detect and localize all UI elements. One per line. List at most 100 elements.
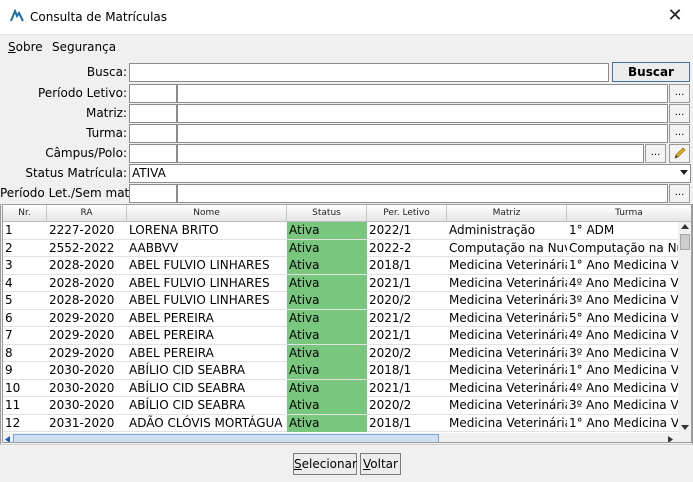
cell-matriz: Medicina Veterinária <box>449 415 567 430</box>
periodo-letivo-desc-input[interactable] <box>177 84 668 103</box>
cell-per-letivo: 2020/2 <box>369 293 412 307</box>
horizontal-scroll-thumb[interactable] <box>13 434 439 442</box>
column-header-status[interactable]: Status <box>287 205 367 222</box>
cell-nome: AABBVV <box>129 240 179 255</box>
campus-desc-input[interactable] <box>177 144 644 163</box>
cell-nr: 1 <box>5 223 13 237</box>
turma-lookup-button[interactable]: ... <box>669 124 690 143</box>
cell-ra: 2030-2020 <box>49 398 115 412</box>
column-header-matriz[interactable]: Matriz <box>447 205 567 222</box>
table-row[interactable]: 1 2227-2020 LORENA BRITO Ativa 2022/1 Admini… <box>3 222 678 240</box>
table-row[interactable]: 7 2029-2020 ABEL PEREIRA Ativa 2021/1 Medicin… <box>3 327 678 345</box>
cell-ra: 2029-2020 <box>49 310 115 325</box>
periodo-sem-matr-code-input[interactable] <box>129 184 177 203</box>
cell-nr: 9 <box>5 363 13 377</box>
buscar-button[interactable]: Buscar <box>612 62 690 82</box>
cell-nome: ABEL PEREIRA <box>129 328 214 342</box>
pencil-icon[interactable] <box>669 144 690 163</box>
column-header-per-letivo[interactable]: Per. Letivo <box>367 205 447 222</box>
cell-nome: ADÃO CLÓVIS MORTÁGUA <box>129 415 283 430</box>
column-header-ra[interactable]: RA <box>47 205 127 222</box>
cell-matriz: Medicina Veterinária <box>449 310 567 325</box>
voltar-button[interactable]: Voltar <box>360 453 401 475</box>
scroll-right-arrow-icon[interactable] <box>668 436 674 443</box>
scroll-left-arrow-icon[interactable] <box>5 436 11 443</box>
cell-ra: 2227-2020 <box>49 223 115 237</box>
vertical-scrollbar[interactable] <box>678 222 691 433</box>
cell-matriz: Medicina Veterinária <box>449 328 567 342</box>
cell-status: Ativa <box>287 344 367 362</box>
table-row[interactable]: 3 2028-2020 ABEL FULVIO LINHARES Ativa 2018/… <box>3 257 678 275</box>
status-matricula-label: Status Matrícula: <box>25 166 127 180</box>
horizontal-scrollbar[interactable] <box>3 433 691 443</box>
chevron-down-icon[interactable] <box>680 170 688 176</box>
column-header-turma[interactable]: Turma <box>567 205 691 222</box>
close-icon[interactable]: ✕ <box>663 5 687 27</box>
periodo-letivo-code-input[interactable] <box>129 84 177 103</box>
cell-ra: 2029-2020 <box>49 328 115 342</box>
cell-nome: ABÍLIO CID SEABRA <box>129 363 246 377</box>
table-row[interactable]: 12 2031-2020 ADÃO CLÓVIS MORTÁGUA Ativa 2018… <box>3 414 678 432</box>
table-row[interactable]: 9 2030-2020 ABÍLIO CID SEABRA Ativa 2018/1 Me… <box>3 362 678 380</box>
cell-turma: 1° Ano Medicina Ve... <box>569 258 678 272</box>
menu-seguranca[interactable]: Segurança <box>52 39 116 55</box>
matriculas-table: Nr. RA Nome Status Per. Letivo Matriz Tu… <box>2 204 692 443</box>
table-row[interactable]: 8 2029-2020 ABEL PEREIRA Ativa 2020/2 Medicin… <box>3 344 678 362</box>
cell-per-letivo: 2022/1 <box>369 223 412 237</box>
cell-nr: 10 <box>5 380 21 395</box>
cell-status: Ativa <box>287 309 367 327</box>
status-matricula-select[interactable]: ATIVA <box>129 164 691 183</box>
table-row[interactable]: 6 2029-2020 ABEL PEREIRA Ativa 2021/2 Medicin… <box>3 309 678 327</box>
cell-ra: 2030-2020 <box>49 380 115 395</box>
campus-code-input[interactable] <box>129 144 177 163</box>
cell-nr: 4 <box>5 275 13 290</box>
cell-per-letivo: 2020/2 <box>369 398 412 412</box>
selecionar-mnemonic: S <box>294 457 302 471</box>
turma-desc-input[interactable] <box>177 124 668 143</box>
menu-sobre[interactable]: Sobre <box>8 39 43 55</box>
cell-status: Ativa <box>287 379 367 397</box>
cell-matriz: Medicina Veterinária <box>449 380 567 395</box>
cell-nome: ABÍLIO CID SEABRA <box>129 398 246 412</box>
periodo-letivo-lookup-button[interactable]: ... <box>669 84 690 103</box>
table-row[interactable]: 10 2030-2020 ABÍLIO CID SEABRA Ativa 2021/1 M… <box>3 379 678 397</box>
campus-label: Câmpus/Polo: <box>45 146 127 160</box>
scroll-down-arrow-icon[interactable] <box>681 425 689 431</box>
campus-lookup-button[interactable]: ... <box>645 144 666 163</box>
table-row[interactable]: 5 2028-2020 ABEL FULVIO LINHARES Ativa 2020/… <box>3 292 678 310</box>
cell-turma: 5° Ano Medicina Ve... <box>569 310 678 325</box>
app-logo-icon <box>10 9 24 22</box>
column-header-nome[interactable]: Nome <box>127 205 287 222</box>
matriz-lookup-button[interactable]: ... <box>669 104 690 123</box>
cell-ra: 2029-2020 <box>49 345 115 360</box>
table-row[interactable]: 2 2552-2022 AABBVV Ativa 2022-2 Computação na… <box>3 239 678 257</box>
cell-status: Ativa <box>287 414 367 432</box>
cell-nr: 2 <box>5 240 13 255</box>
cell-turma: 4º Ano Medicina Vet... <box>569 380 678 395</box>
table-row[interactable]: 11 2030-2020 ABÍLIO CID SEABRA Ativa 2020/2 M… <box>3 397 678 415</box>
periodo-sem-matr-desc-input[interactable] <box>177 184 668 203</box>
periodo-sem-matr-lookup-button[interactable]: ... <box>669 184 690 203</box>
cell-nr: 6 <box>5 310 13 325</box>
cell-ra: 2552-2022 <box>49 240 115 255</box>
cell-nr: 8 <box>5 345 13 360</box>
scroll-up-arrow-icon[interactable] <box>681 224 689 230</box>
cell-status: Ativa <box>287 274 367 292</box>
cell-nome: ABEL FULVIO LINHARES <box>129 293 270 307</box>
selecionar-button[interactable]: Selecionar <box>293 453 357 475</box>
vertical-scroll-thumb[interactable] <box>680 234 690 250</box>
column-header-nr[interactable]: Nr. <box>3 205 47 222</box>
cell-turma: 4º Ano Medicina Vet... <box>569 328 678 342</box>
voltar-label: oltar <box>370 457 398 471</box>
table-row[interactable]: 4 2028-2020 ABEL FULVIO LINHARES Ativa 2021/… <box>3 274 678 292</box>
cell-nome: ABEL PEREIRA <box>129 345 214 360</box>
matriz-code-input[interactable] <box>129 104 177 123</box>
busca-input[interactable] <box>129 63 609 82</box>
cell-matriz: Medicina Veterinária <box>449 275 567 290</box>
matriz-desc-input[interactable] <box>177 104 668 123</box>
turma-code-input[interactable] <box>129 124 177 143</box>
matriz-label: Matriz: <box>85 106 127 120</box>
cell-ra: 2028-2020 <box>49 293 115 307</box>
cell-status: Ativa <box>287 222 367 239</box>
cell-nome: ABÍLIO CID SEABRA <box>129 380 246 395</box>
